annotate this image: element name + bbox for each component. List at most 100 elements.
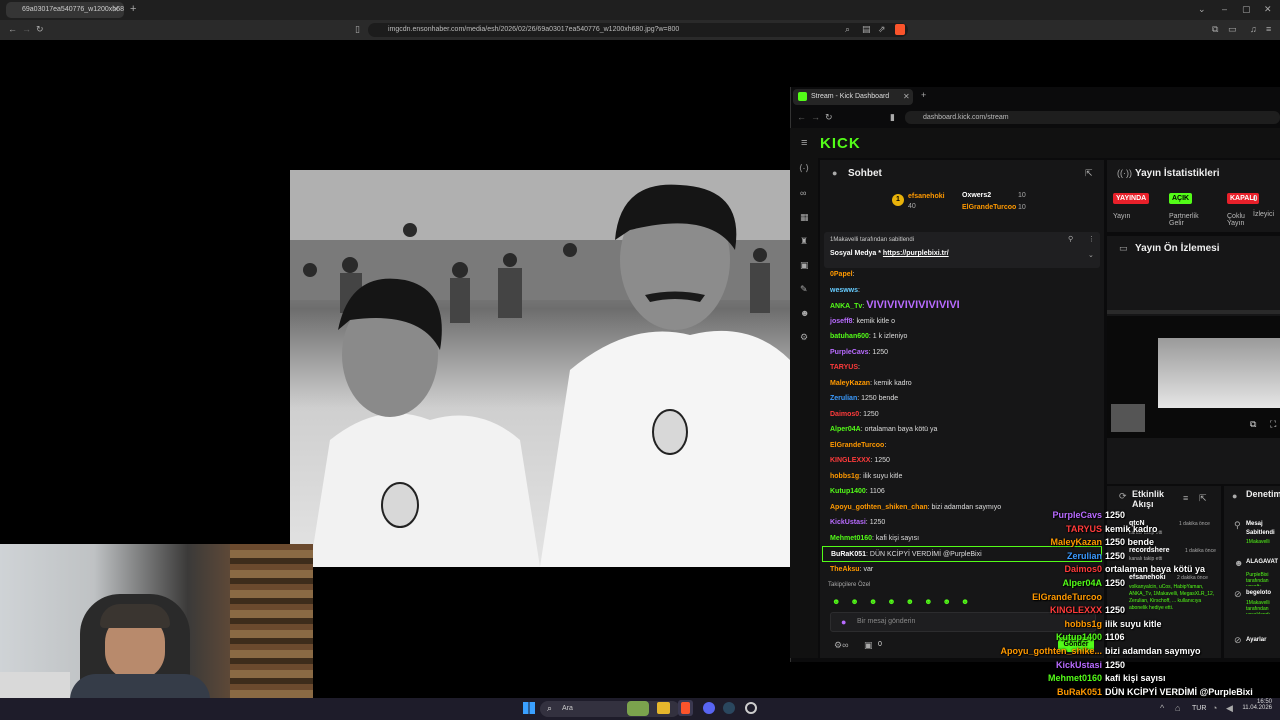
tools-icon[interactable]: ✎ <box>800 285 808 294</box>
analytics-icon[interactable]: ▦ <box>800 213 809 222</box>
chat-message[interactable]: Alper04A: ortalaman baya kötü ya <box>820 422 1104 438</box>
bookmark-icon[interactable]: ▯ <box>355 25 360 34</box>
expand-icon[interactable]: ⌄ <box>1088 252 1094 259</box>
chat-message[interactable]: MaleyKazan: kemik kadro <box>820 376 1104 392</box>
chat-username[interactable]: TheAksu <box>830 566 860 573</box>
chat-username[interactable]: joseff8 <box>830 318 853 325</box>
popout-icon[interactable]: ⇱ <box>1085 169 1093 178</box>
pinned-message[interactable]: 1Makavelli tarafından sabitlendi Sosyal … <box>824 232 1100 268</box>
close-tab-icon[interactable]: ✕ <box>112 5 120 14</box>
chat-username[interactable]: batuhan600 <box>830 333 869 340</box>
close-tab-icon[interactable]: ✕ <box>903 93 910 101</box>
chat-message[interactable]: TARYUS: <box>820 360 1104 376</box>
chat-username[interactable]: PurpleCavs <box>830 349 869 356</box>
pinned-link[interactable]: https://purplebixi.tr/ <box>883 250 949 257</box>
layout-icon[interactable]: ▣ <box>800 261 809 270</box>
kick-tab[interactable]: Stream - Kick Dashboard <box>793 89 913 105</box>
kick-url-field[interactable]: dashboard.kick.com/stream <box>905 111 1280 124</box>
back-icon[interactable]: ← <box>8 25 17 34</box>
pip-icon[interactable]: ⧉ <box>1250 420 1256 429</box>
more-icon[interactable]: ⋮ <box>1088 236 1095 243</box>
link-icon[interactable]: ∞ <box>800 189 806 198</box>
obs-icon[interactable] <box>745 702 757 714</box>
file-explorer-icon[interactable] <box>657 702 670 714</box>
mic-icon[interactable]: ● <box>841 618 846 627</box>
chat-message[interactable]: PurpleCavs: 1250 <box>820 345 1104 361</box>
media-icon[interactable]: ♫ <box>1250 25 1257 34</box>
brave-shield-icon[interactable] <box>895 24 905 35</box>
start-icon[interactable] <box>523 702 535 714</box>
chat-message[interactable]: weswws: <box>820 283 1104 299</box>
volume-icon[interactable]: ◀ <box>1226 704 1233 713</box>
reload-icon[interactable]: ↻ <box>825 113 833 122</box>
widget-icon[interactable] <box>627 701 649 716</box>
followers-only-tag[interactable]: Takipçilere Özel <box>828 582 870 588</box>
chat-message[interactable]: joseff8: kemik kitle o <box>820 314 1104 330</box>
steam-icon[interactable] <box>723 702 735 714</box>
extensions-icon[interactable]: ⧉ <box>1212 25 1218 34</box>
language-indicator[interactable]: TUR <box>1192 705 1206 712</box>
trophy-icon[interactable]: ♜ <box>800 237 808 246</box>
share-icon[interactable]: ⇗ <box>878 25 886 34</box>
wallet-icon[interactable]: ▭ <box>1228 25 1237 34</box>
forward-icon[interactable]: → <box>22 25 31 34</box>
url-field[interactable]: imgcdn.ensonhaber.com/media/esh/2026/02/… <box>368 23 908 37</box>
chat-message[interactable]: Zerulian: 1250 bende <box>820 391 1104 407</box>
gift-icon[interactable]: ▣ <box>864 641 873 650</box>
wifi-icon[interactable]: ◔ <box>1212 704 1217 713</box>
chat-message[interactable]: ANKA_Tv: VIVIVIVIVIVIVIVIVI <box>820 298 1104 314</box>
chat-username[interactable]: MaleyKazan <box>830 380 870 387</box>
chat-username[interactable]: weswws <box>830 287 858 294</box>
chat-username[interactable]: Zerulian <box>830 395 857 402</box>
popout-icon[interactable]: ⇱ <box>1199 494 1207 503</box>
hamburger-icon[interactable]: ≡ <box>801 138 807 149</box>
fullscreen-icon[interactable]: ⛶ <box>1270 420 1276 429</box>
chat-username[interactable]: KickUstasi <box>830 519 866 526</box>
chat-username[interactable]: KINGLEXXX <box>830 457 870 464</box>
menu-icon[interactable]: ≡ <box>1266 25 1271 34</box>
kick-logo[interactable]: KICK <box>820 135 861 152</box>
browser-tab[interactable]: 69a03017ea540776_w1200xh680 <box>6 2 124 18</box>
chat-username[interactable]: Kutup1400 <box>830 488 866 495</box>
bookmark-icon[interactable]: ▮ <box>890 113 895 122</box>
users-icon[interactable]: ☻ <box>800 309 809 318</box>
new-tab-icon[interactable]: + <box>130 4 136 15</box>
forward-icon[interactable]: → <box>811 113 820 122</box>
network-icon[interactable]: ⌂ <box>1175 704 1180 713</box>
chat-username[interactable]: Apoyu_gothten_shiken_chan <box>830 504 928 511</box>
chat-username[interactable]: Mehmet0160 <box>830 535 872 542</box>
chat-message[interactable]: hobbs1g: ilik suyu kitle <box>820 469 1104 485</box>
discord-icon[interactable] <box>703 702 715 714</box>
chat-username[interactable]: Alper04A <box>830 426 861 433</box>
chat-username[interactable]: ElGrandeTurcoo <box>830 442 884 449</box>
chat-message[interactable]: batuhan600: 1 k izleniyo <box>820 329 1104 345</box>
reload-icon[interactable]: ↻ <box>36 25 44 34</box>
chevron-up-icon[interactable]: ^ <box>1160 704 1164 713</box>
zoom-icon[interactable]: ⌕ <box>845 25 850 34</box>
chat-message[interactable]: ElGrandeTurcoo: <box>820 438 1104 454</box>
filter-icon[interactable]: ≡ <box>1183 494 1188 503</box>
clock[interactable]: 16:50 11.04.2026 <box>1240 699 1272 711</box>
reader-icon[interactable]: ▤ <box>862 25 871 34</box>
chat-username[interactable]: BuRaK051 <box>831 551 866 558</box>
pin-icon[interactable]: ⚲ <box>1068 236 1073 243</box>
chat-username[interactable]: TARYUS <box>830 364 858 371</box>
chat-username[interactable]: ANKA_Tv <box>830 303 862 310</box>
chat-message[interactable]: Kutup1400: 1106 <box>820 484 1104 500</box>
chevron-down-icon[interactable]: ⌄ <box>1198 5 1206 14</box>
chat-username[interactable]: hobbs1g <box>830 473 859 480</box>
settings-icon[interactable]: ⚙∞ <box>834 641 848 650</box>
preview-video[interactable]: ⧉ ⛶ <box>1107 316 1280 438</box>
new-tab-icon[interactable]: + <box>921 91 926 100</box>
chat-message[interactable]: KINGLEXXX: 1250 <box>820 453 1104 469</box>
stream-icon[interactable]: ⟨·⟩ <box>799 164 809 173</box>
brave-icon[interactable] <box>681 702 690 714</box>
close-window-icon[interactable]: ✕ <box>1264 5 1272 14</box>
chat-message[interactable]: 0Papel: <box>820 267 1104 283</box>
maximize-icon[interactable]: ▢ <box>1242 5 1251 14</box>
chat-message[interactable]: Daimos0: 1250 <box>820 407 1104 423</box>
chat-username[interactable]: Daimos0 <box>830 411 859 418</box>
bot-icon[interactable]: ⚙ <box>800 333 808 342</box>
chat-username[interactable]: 0Papel <box>830 271 853 278</box>
minimize-icon[interactable]: – <box>1222 5 1227 14</box>
